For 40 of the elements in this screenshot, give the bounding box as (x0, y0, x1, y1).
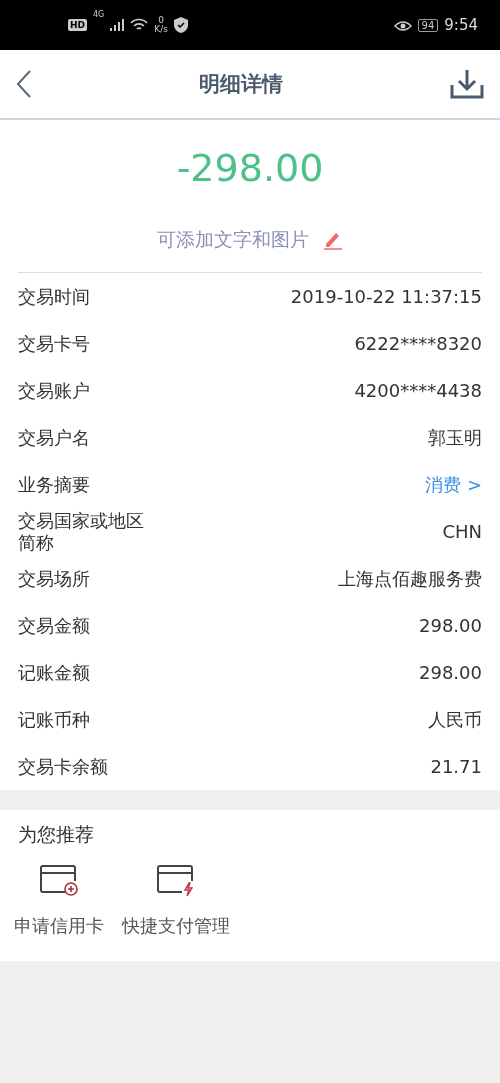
shortcut-button[interactable]: 申请信用卡 (14, 862, 104, 938)
detail-value: 2019-10-22 11:37:15 (290, 286, 482, 307)
back-button[interactable] (16, 69, 32, 99)
detail-value: CHN (442, 521, 482, 542)
amount: -298.00 (175, 145, 325, 192)
detail-value: 4200****4438 (354, 380, 482, 401)
section-title: 为您推荐 (18, 822, 95, 847)
signal-icon (110, 19, 125, 31)
detail-value: 人民币 (428, 707, 482, 732)
shortcut-button[interactable]: 快捷支付管理 (122, 862, 230, 938)
wifi-icon (130, 18, 149, 32)
detail-label: 交易账户 (18, 379, 91, 402)
detail-label: 交易卡号 (18, 332, 91, 355)
pencil-icon[interactable] (321, 230, 343, 250)
detail-value: 6222****8320 (354, 333, 482, 354)
detail-label: 交易户名 (18, 426, 91, 449)
eye-icon (393, 18, 412, 32)
clock-time: 9:54 (444, 16, 478, 34)
detail-value: 21.71 (430, 756, 482, 777)
detail-label: 记账金额 (18, 661, 91, 684)
detail-label: 记账币种 (18, 708, 91, 731)
detail-label: 交易金额 (18, 614, 91, 637)
page-title: 明细详情 (199, 71, 283, 98)
detail-value: 298.00 (419, 662, 482, 683)
speed-unit: K/s (154, 25, 168, 34)
detail-value: 298.00 (419, 615, 482, 636)
detail-label: 交易国家或地区简称 (18, 509, 145, 554)
hd-indicator: HD (68, 19, 87, 31)
network-type: 4G (93, 10, 105, 19)
battery-level: 94 (417, 18, 439, 32)
speed-value: 0 (158, 16, 164, 25)
detail-value: 上海点佰趣服务费 (338, 566, 482, 591)
detail-label: 交易时间 (18, 285, 91, 308)
detail-value: 郭玉明 (428, 425, 482, 450)
detail-label: 交易场所 (18, 567, 91, 590)
download-button[interactable] (450, 69, 484, 99)
detail-label: 交易卡余额 (18, 755, 109, 778)
shield-icon (173, 17, 188, 33)
card-plus-icon (38, 862, 80, 898)
detail-label: 业务摘要 (18, 473, 91, 496)
